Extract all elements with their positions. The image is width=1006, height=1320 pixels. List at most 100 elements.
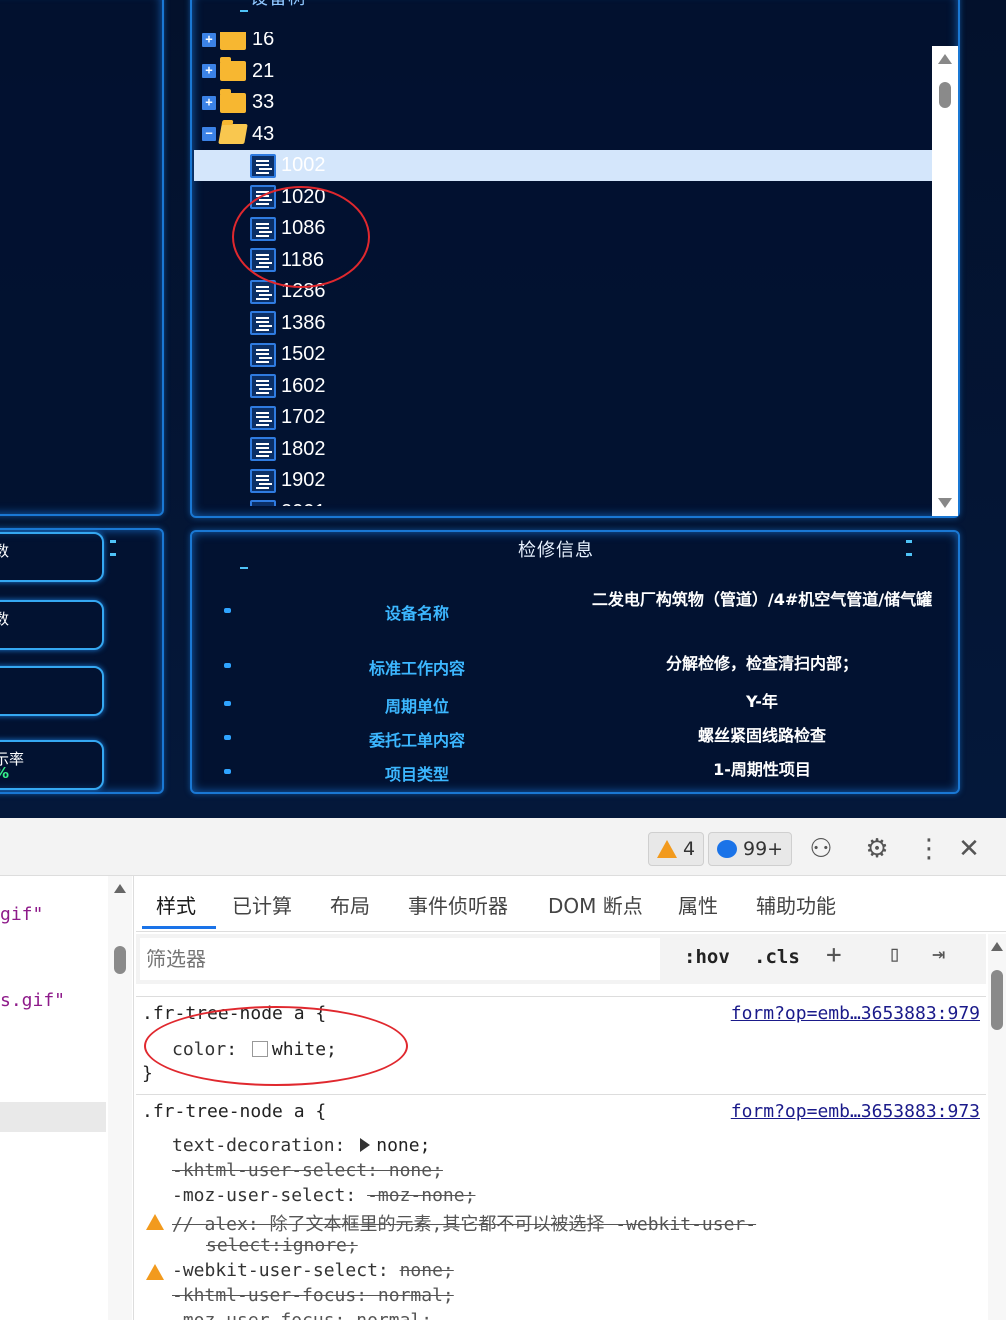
- hov-toggle[interactable]: :hov: [684, 946, 730, 968]
- bullet-icon: [224, 769, 231, 774]
- info-row: 标准工作内容 分解检修，检查清扫内部；: [192, 654, 962, 678]
- css-declaration[interactable]: select:ignore;: [206, 1235, 358, 1256]
- close-icon[interactable]: ✕: [954, 834, 984, 864]
- css-declaration[interactable]: text-decoration: none;: [172, 1135, 430, 1156]
- color-swatch-icon[interactable]: [251, 1041, 268, 1057]
- folder-icon: [220, 32, 246, 50]
- rule-selector[interactable]: .fr-tree-node a {: [142, 1003, 326, 1024]
- stat-box-3[interactable]: [0, 666, 104, 716]
- message-icon: [717, 840, 737, 858]
- warnings-badge[interactable]: 4: [648, 832, 705, 866]
- messages-badge[interactable]: 99+: [708, 832, 793, 866]
- info-key: 周期单位: [384, 697, 449, 716]
- tree-leaf-node[interactable]: 1086: [194, 213, 934, 244]
- stat-box-2[interactable]: 数: [0, 600, 104, 650]
- tree-node-label: 1902: [281, 469, 326, 491]
- tree-node-label: 1386: [281, 311, 326, 334]
- info-row: 设备名称 二发电厂构筑物（管道）/4#机空气管道/储气罐: [192, 590, 962, 630]
- user-settings-icon[interactable]: ⚇: [806, 834, 836, 864]
- decl-text: select:ignore;: [206, 1235, 358, 1256]
- devtools-tab[interactable]: 属性: [678, 890, 718, 919]
- expand-icon[interactable]: +: [202, 95, 216, 110]
- scroll-up-icon[interactable]: [991, 942, 1003, 951]
- devtools-tab[interactable]: 布局: [330, 890, 370, 919]
- decl-text: text-decoration:: [172, 1135, 357, 1156]
- expand-icon[interactable]: +: [202, 32, 216, 47]
- tree-folder-node[interactable]: − 43: [194, 119, 934, 150]
- more-menu-icon[interactable]: ⋮: [914, 834, 944, 864]
- gear-icon[interactable]: ⚙: [862, 834, 892, 864]
- new-rule-icon[interactable]: +: [826, 940, 842, 970]
- rule-close-brace: }: [142, 1063, 153, 1084]
- left-top-panel: [0, 0, 164, 516]
- prop-name: color: [172, 1039, 227, 1060]
- tree-leaf-node[interactable]: 1002: [194, 150, 934, 181]
- rule-selector[interactable]: .fr-tree-node a {: [142, 1101, 326, 1122]
- warning-icon: [146, 1214, 164, 1230]
- color-declaration[interactable]: color: white;: [172, 1039, 337, 1060]
- scroll-thumb[interactable]: [939, 82, 951, 108]
- tree-folder-node[interactable]: +33: [194, 87, 934, 118]
- css-declaration[interactable]: -moz-user-select: -moz-none;: [172, 1185, 475, 1206]
- css-declaration[interactable]: -webkit-user-select: none;: [172, 1260, 454, 1281]
- tree-leaf-node[interactable]: 1902: [194, 465, 934, 496]
- devtools-tab[interactable]: 辅助功能: [756, 890, 836, 919]
- styles-scrollbar[interactable]: [988, 934, 1006, 1320]
- info-row: 周期单位 Y-年: [192, 692, 962, 716]
- cls-toggle[interactable]: .cls: [754, 946, 800, 968]
- devtools-tab[interactable]: DOM 断点: [548, 890, 643, 919]
- expand-icon[interactable]: +: [202, 64, 216, 78]
- css-declaration[interactable]: -khtml-user-select: none;: [172, 1160, 443, 1181]
- tree-leaf-node[interactable]: 1286: [194, 276, 934, 307]
- info-value: 二发电厂构筑物（管道）/4#机空气管道/储气罐: [591, 590, 933, 609]
- devtools-tab[interactable]: 事件侦听器: [408, 890, 508, 919]
- devtools-tab[interactable]: 已计算: [232, 890, 292, 919]
- collapse-icon[interactable]: −: [202, 127, 216, 141]
- scroll-down-icon[interactable]: [938, 498, 952, 508]
- stat-box-4[interactable]: 示率 %: [0, 740, 104, 790]
- css-declaration[interactable]: // alex: 除了文本框里的元素,其它都不可以被选择 -webkit-use…: [172, 1210, 756, 1236]
- scroll-thumb[interactable]: [114, 946, 126, 974]
- tree-leaf-node[interactable]: 2001: [194, 497, 934, 506]
- corner-dots-icon: [110, 540, 116, 556]
- rule-source-link[interactable]: form?op=emb…3653883:973: [731, 1101, 980, 1122]
- info-value: 1-周期性项目: [713, 760, 811, 779]
- info-value: Y-年: [746, 692, 778, 711]
- device-tree[interactable]: +16 +21 +33−43 1002 1020 1086 1186 1286 1386 1502…: [194, 32, 934, 506]
- tree-leaf-node[interactable]: 1602: [194, 371, 934, 402]
- decl-value: none;: [399, 1260, 454, 1281]
- decl-text: -moz-user-focus: normal;: [172, 1310, 432, 1320]
- source-scrollbar[interactable]: [108, 876, 132, 1320]
- css-declaration[interactable]: -khtml-user-focus: normal;: [172, 1285, 454, 1306]
- stat-box-1[interactable]: 数: [0, 532, 104, 582]
- tree-node-label: 1186: [281, 248, 325, 271]
- expand-arrow-icon[interactable]: [360, 1138, 371, 1152]
- device-tree-panel: 设备树 +16+21+33−43100210201086118612861386…: [190, 0, 960, 518]
- decl-text: // alex: 除了文本框里的元素,其它都不可以被选择 -webkit-use…: [172, 1214, 757, 1235]
- tree-leaf-node[interactable]: 1386: [194, 308, 934, 339]
- css-declaration[interactable]: -moz-user-focus: normal;: [172, 1310, 432, 1320]
- document-icon: [250, 185, 276, 209]
- scroll-thumb[interactable]: [991, 970, 1003, 1030]
- rule-source-link[interactable]: form?op=emb…3653883:979: [731, 1003, 980, 1024]
- devtools-tab[interactable]: 样式: [156, 890, 196, 919]
- paint-brush-icon[interactable]: ▯: [888, 942, 901, 967]
- bullet-icon: [224, 663, 231, 668]
- scroll-up-icon[interactable]: [938, 54, 952, 64]
- tree-leaf-node[interactable]: 1502: [194, 339, 934, 370]
- decl-value: -moz-none;: [367, 1185, 476, 1206]
- tree-leaf-node[interactable]: 1020: [194, 182, 934, 213]
- tree-folder-node[interactable]: +21: [194, 56, 934, 87]
- filter-input[interactable]: [140, 938, 660, 980]
- info-row: 委托工单内容 螺丝紧固线路检查: [192, 726, 962, 750]
- tree-folder-node[interactable]: +16: [194, 32, 934, 55]
- tree-scrollbar[interactable]: [932, 46, 958, 516]
- tree-node-label: 33: [252, 91, 275, 113]
- tree-leaf-node[interactable]: 1802: [194, 434, 934, 465]
- scroll-up-icon[interactable]: [114, 884, 126, 893]
- tree-leaf-node[interactable]: 1702: [194, 402, 934, 433]
- toggle-sidebar-icon[interactable]: ⇥: [932, 942, 945, 967]
- tree-node-label: 1702: [281, 406, 326, 428]
- tree-node-label: 1502: [281, 343, 326, 365]
- tree-leaf-node[interactable]: 1186: [194, 245, 934, 276]
